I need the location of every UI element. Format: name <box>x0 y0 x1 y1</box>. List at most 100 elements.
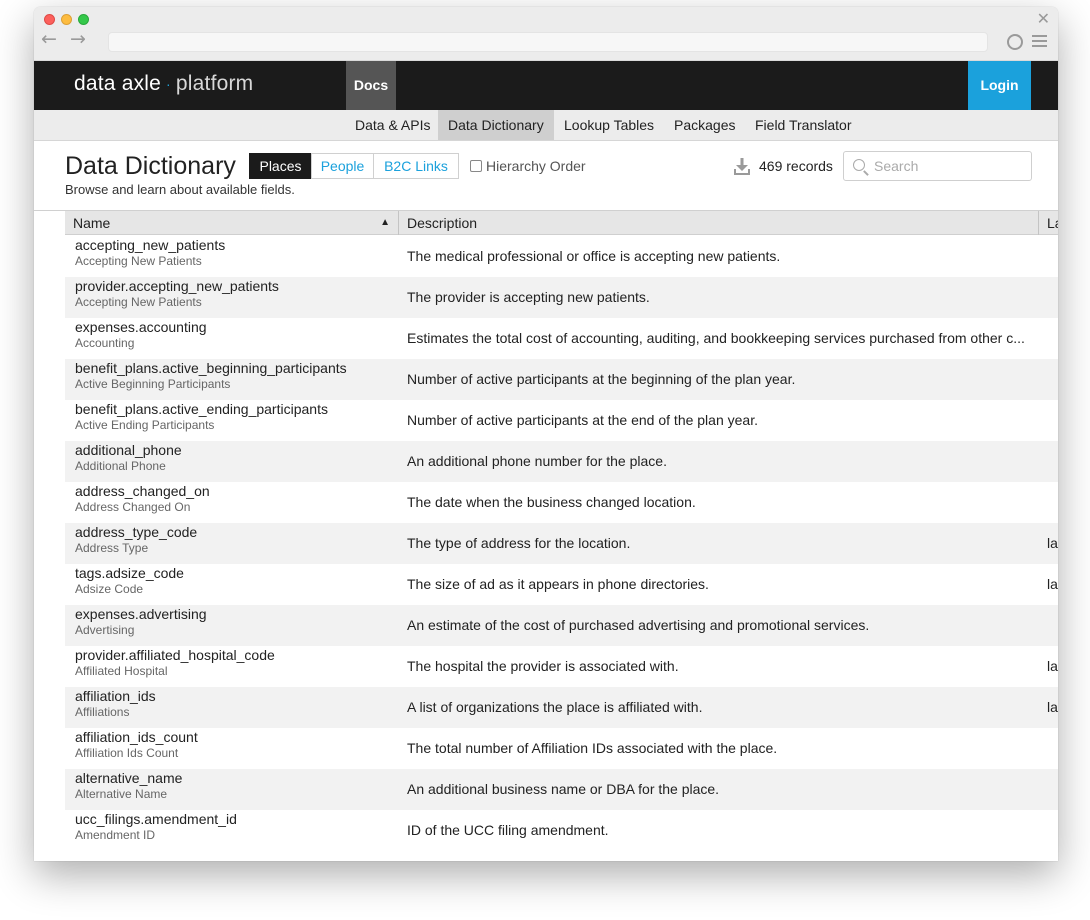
field-label: Additional Phone <box>75 459 166 473</box>
subnav-lookup-tables[interactable]: Lookup Tables <box>554 110 664 140</box>
close-window-button[interactable] <box>44 14 55 25</box>
search-icon <box>853 159 865 171</box>
back-arrow-icon[interactable]: ← <box>41 30 57 49</box>
field-name-cell: alternative_name Alternative Name <box>75 770 182 801</box>
field-name-cell: tags.adsize_code Adsize Code <box>75 565 184 596</box>
field-name-cell: provider.affiliated_hospital_code Affilia… <box>75 647 275 678</box>
field-name: tags.adsize_code <box>75 565 184 581</box>
field-name: expenses.accounting <box>75 319 207 335</box>
forward-arrow-icon[interactable]: → <box>70 30 86 49</box>
column-header-description[interactable]: Description <box>399 211 1039 235</box>
field-description: The size of ad as it appears in phone di… <box>407 576 709 592</box>
hierarchy-order-toggle[interactable]: Hierarchy Order <box>470 158 586 174</box>
table-row[interactable]: benefit_plans.active_ending_participants… <box>65 400 1058 441</box>
table-row[interactable]: provider.affiliated_hospital_code Affilia… <box>65 646 1058 687</box>
table-row[interactable]: alternative_name Alternative Name An addit… <box>65 769 1058 810</box>
field-description: Number of active participants at the end… <box>407 412 758 428</box>
field-label: Affiliation Ids Count <box>75 746 179 760</box>
column-header-truncated[interactable]: La <box>1039 211 1058 235</box>
page-title: Data Dictionary <box>65 152 236 180</box>
field-extra: la <box>1047 535 1058 551</box>
sub-navigation: Data & APIs Data Dictionary Lookup Table… <box>34 110 1058 141</box>
field-label: Accounting <box>75 336 135 350</box>
field-label: Accepting New Patients <box>75 254 202 268</box>
field-name-cell: address_changed_on Address Changed On <box>75 483 210 514</box>
field-name-cell: ucc_filings.amendment_id Amendment ID <box>75 811 237 842</box>
field-extra: la <box>1047 699 1058 715</box>
column-header-name[interactable]: Name ▲ <box>65 211 399 235</box>
field-label: Amendment ID <box>75 828 156 842</box>
field-name: alternative_name <box>75 770 183 786</box>
segment-b2c-links[interactable]: B2C Links <box>373 153 459 179</box>
field-name: address_changed_on <box>75 483 210 499</box>
subnav-packages[interactable]: Packages <box>664 110 745 140</box>
segment-places[interactable]: Places <box>249 153 312 179</box>
field-name: accepting_new_patients <box>75 237 226 253</box>
field-description: An additional phone number for the place… <box>407 453 667 469</box>
field-name-cell: affiliation_ids_count Affiliation Ids Cou… <box>75 729 198 760</box>
search-input[interactable] <box>874 157 1024 175</box>
reader-circle-icon[interactable] <box>1007 34 1023 50</box>
logo[interactable]: data axle · platform <box>74 72 253 96</box>
table-row[interactable]: ucc_filings.amendment_id Amendment ID ID o… <box>65 810 1058 851</box>
field-label: Affiliated Hospital <box>75 664 168 678</box>
search-box[interactable] <box>843 151 1032 181</box>
field-description: An estimate of the cost of purchased adv… <box>407 617 870 633</box>
table-row[interactable]: benefit_plans.active_beginning_participa… <box>65 359 1058 400</box>
field-description: The medical professional or office is ac… <box>407 248 781 264</box>
segment-people[interactable]: People <box>311 153 374 179</box>
field-name-cell: additional_phone Additional Phone <box>75 442 182 473</box>
table-body: accepting_new_patients Accepting New Pati… <box>65 236 1058 861</box>
field-name-cell: accepting_new_patients Accepting New Pati… <box>75 237 225 268</box>
field-extra: la <box>1047 658 1058 674</box>
field-description: The hospital the provider is associated … <box>407 658 679 674</box>
download-icon[interactable] <box>734 158 750 175</box>
hierarchy-order-label: Hierarchy Order <box>486 158 586 174</box>
table-row[interactable]: additional_phone Additional Phone An addit… <box>65 441 1058 482</box>
field-name: affiliation_ids <box>75 688 156 704</box>
field-name: benefit_plans.active_ending_participants <box>75 401 328 417</box>
sort-ascending-icon[interactable]: ▲ <box>380 211 390 235</box>
field-name-cell: address_type_code Address Type <box>75 524 197 555</box>
logo-main-text: data axle <box>74 72 162 95</box>
minimize-window-button[interactable] <box>61 14 72 25</box>
field-label: Alternative Name <box>75 787 168 801</box>
table-row[interactable]: tags.adsize_code Adsize Code The size of a… <box>65 564 1058 605</box>
table-row[interactable]: accepting_new_patients Accepting New Pati… <box>65 236 1058 277</box>
table-header: Name ▲ Description La <box>65 211 1058 235</box>
field-description: The type of address for the location. <box>407 535 631 551</box>
table-row[interactable]: affiliation_ids Affiliations A list of org… <box>65 687 1058 728</box>
field-description: The date when the business changed locat… <box>407 494 696 510</box>
login-button[interactable]: Login <box>968 61 1031 110</box>
table-row[interactable]: address_type_code Address Type The type of… <box>65 523 1058 564</box>
field-name-cell: affiliation_ids Affiliations <box>75 688 156 719</box>
docs-tab[interactable]: Docs <box>346 61 396 110</box>
logo-sub-text: platform <box>175 72 254 95</box>
browser-window: ✕ ← → data axle · platform Docs Login Data… <box>34 7 1058 861</box>
field-name: affiliation_ids_count <box>75 729 198 745</box>
subnav-data-dictionary[interactable]: Data Dictionary <box>438 110 554 140</box>
logo-separator: · <box>166 76 171 93</box>
field-description: The provider is accepting new patients. <box>407 289 650 305</box>
field-description: The total number of Affiliation IDs asso… <box>407 740 778 756</box>
field-label: Affiliations <box>75 705 130 719</box>
field-name-cell: benefit_plans.active_beginning_participa… <box>75 360 347 391</box>
subnav-field-translator[interactable]: Field Translator <box>745 110 861 140</box>
field-description: A list of organizations the place is aff… <box>407 699 703 715</box>
hamburger-menu-icon[interactable] <box>1032 35 1047 48</box>
field-name: address_type_code <box>75 524 198 540</box>
hierarchy-order-checkbox[interactable] <box>470 160 482 172</box>
table-row[interactable]: expenses.accounting Accounting Estimates t… <box>65 318 1058 359</box>
table-row[interactable]: address_changed_on Address Changed On The … <box>65 482 1058 523</box>
maximize-window-button[interactable] <box>78 14 89 25</box>
site-header: data axle · platform Docs Login <box>34 61 1058 110</box>
close-icon[interactable]: ✕ <box>1037 9 1050 28</box>
subnav-data-apis[interactable]: Data & APIs <box>345 110 440 140</box>
field-name-cell: provider.accepting_new_patients Accepting… <box>75 278 279 309</box>
address-bar[interactable] <box>108 32 988 52</box>
table-row[interactable]: affiliation_ids_count Affiliation Ids Cou… <box>65 728 1058 769</box>
field-name: provider.accepting_new_patients <box>75 278 279 294</box>
field-label: Address Changed On <box>75 500 191 514</box>
table-row[interactable]: expenses.advertising Advertising An estima… <box>65 605 1058 646</box>
table-row[interactable]: provider.accepting_new_patients Accepting… <box>65 277 1058 318</box>
